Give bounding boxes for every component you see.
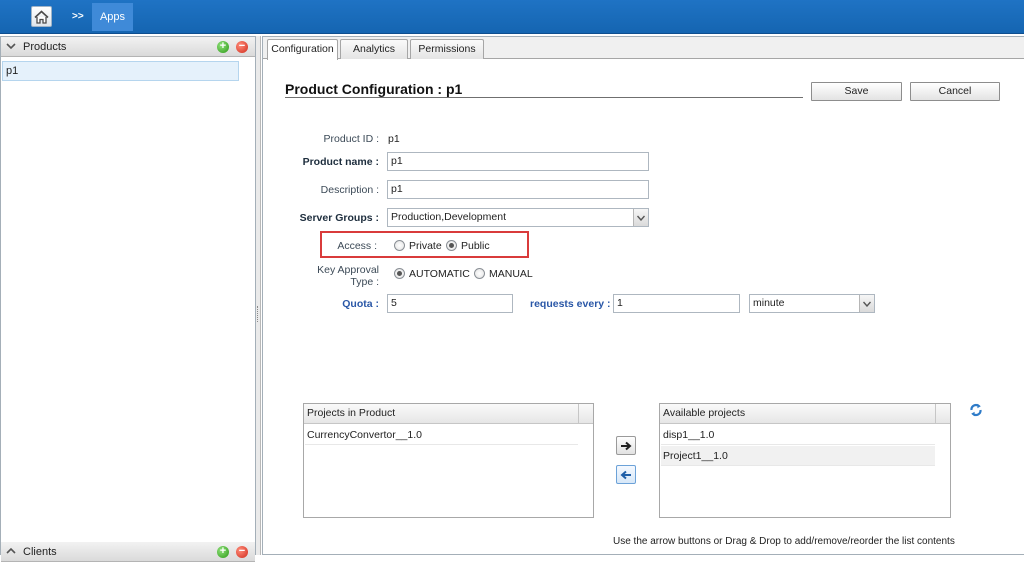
home-icon bbox=[34, 9, 49, 24]
list-header-end bbox=[578, 404, 593, 424]
access-public-radio[interactable] bbox=[446, 240, 457, 251]
description-input[interactable]: p1 bbox=[387, 180, 649, 199]
requests-every-input[interactable]: 1 bbox=[613, 294, 740, 313]
splitter-grip[interactable] bbox=[257, 306, 259, 322]
arrow-right-icon bbox=[621, 441, 632, 450]
list-item[interactable]: disp1__1.0 bbox=[661, 425, 935, 445]
remove-client-button[interactable]: − bbox=[236, 546, 248, 558]
product-name-label: Product name : bbox=[302, 156, 379, 168]
tab-strip: Configuration Analytics Permissions bbox=[263, 37, 1024, 60]
arrow-left-icon bbox=[620, 470, 631, 479]
key-approval-label-line1: Key Approval bbox=[317, 264, 379, 276]
server-groups-select[interactable]: Production,Development bbox=[387, 208, 649, 227]
chevron-down-icon bbox=[863, 301, 871, 307]
refresh-icon[interactable] bbox=[969, 403, 983, 417]
products-panel-header[interactable]: Products + − bbox=[1, 37, 255, 57]
remove-project-button[interactable] bbox=[616, 465, 636, 484]
minus-icon: − bbox=[238, 40, 246, 52]
clients-panel-header[interactable]: Clients + − bbox=[1, 542, 255, 562]
breadcrumb-apps[interactable]: Apps bbox=[92, 3, 133, 31]
key-approval-label-line2: Type : bbox=[350, 276, 379, 288]
product-id-label: Product ID : bbox=[323, 133, 379, 145]
key-approval-automatic-label[interactable]: AUTOMATIC bbox=[409, 268, 470, 280]
plus-icon: + bbox=[219, 40, 227, 52]
quota-input[interactable]: 5 bbox=[387, 294, 513, 313]
quota-label: Quota : bbox=[342, 298, 379, 310]
page-title: Product Configuration : p1 bbox=[285, 81, 463, 97]
cancel-button[interactable]: Cancel bbox=[910, 82, 1000, 101]
save-button[interactable]: Save bbox=[811, 82, 902, 101]
drag-drop-hint: Use the arrow buttons or Drag & Drop to … bbox=[613, 536, 955, 547]
time-unit-select[interactable]: minute bbox=[749, 294, 875, 313]
remove-product-button[interactable]: − bbox=[236, 41, 248, 53]
list-item[interactable]: CurrencyConvertor__1.0 bbox=[305, 425, 578, 445]
chevron-down-icon bbox=[637, 215, 645, 221]
access-public-label[interactable]: Public bbox=[461, 240, 490, 252]
tab-permissions[interactable]: Permissions bbox=[410, 39, 484, 59]
key-approval-manual-radio[interactable] bbox=[474, 268, 485, 279]
key-approval-label: Key Approval Type : bbox=[261, 264, 379, 288]
product-list-item[interactable]: p1 bbox=[2, 61, 239, 81]
products-panel: Products + − p1 Clients + − bbox=[0, 36, 256, 562]
projects-in-product-header: Projects in Product bbox=[304, 404, 578, 424]
access-private-label[interactable]: Private bbox=[409, 240, 442, 252]
add-project-button[interactable] bbox=[616, 436, 636, 455]
description-label: Description : bbox=[320, 184, 379, 196]
access-private-radio[interactable] bbox=[394, 240, 405, 251]
list-item[interactable]: Project1__1.0 bbox=[661, 446, 935, 466]
server-groups-label: Server Groups : bbox=[299, 212, 379, 224]
server-groups-value: Production,Development bbox=[391, 211, 506, 223]
add-client-button[interactable]: + bbox=[217, 546, 229, 558]
product-name-input[interactable]: p1 bbox=[387, 152, 649, 171]
plus-icon: + bbox=[219, 545, 227, 557]
key-approval-automatic-radio[interactable] bbox=[394, 268, 405, 279]
access-label: Access : bbox=[337, 240, 377, 252]
chevron-down-icon[interactable] bbox=[6, 41, 16, 51]
title-divider bbox=[285, 97, 803, 98]
home-button[interactable] bbox=[31, 6, 52, 27]
minus-icon: − bbox=[238, 545, 246, 557]
product-id-value: p1 bbox=[388, 133, 400, 145]
server-groups-dropdown-button[interactable] bbox=[633, 209, 648, 226]
add-product-button[interactable]: + bbox=[217, 41, 229, 53]
time-unit-value: minute bbox=[753, 297, 785, 309]
requests-every-label: requests every : bbox=[530, 298, 611, 310]
available-projects-list[interactable]: Available projects disp1__1.0 Project1__… bbox=[659, 403, 951, 518]
products-panel-title: Products bbox=[23, 41, 67, 53]
time-unit-dropdown-button[interactable] bbox=[859, 295, 874, 312]
top-bar: >> Apps bbox=[0, 0, 1024, 34]
product-detail-area: Configuration Analytics Permissions Prod… bbox=[262, 36, 1024, 555]
projects-in-product-list[interactable]: Projects in Product CurrencyConvertor__1… bbox=[303, 403, 594, 518]
tab-configuration[interactable]: Configuration bbox=[267, 39, 338, 60]
tab-analytics[interactable]: Analytics bbox=[340, 39, 408, 59]
available-projects-header: Available projects bbox=[660, 404, 935, 424]
panel-splitter[interactable] bbox=[256, 36, 261, 555]
breadcrumb-separator: >> bbox=[72, 11, 84, 22]
clients-panel-title: Clients bbox=[23, 546, 57, 558]
list-header-end bbox=[935, 404, 950, 424]
key-approval-manual-label[interactable]: MANUAL bbox=[489, 268, 533, 280]
